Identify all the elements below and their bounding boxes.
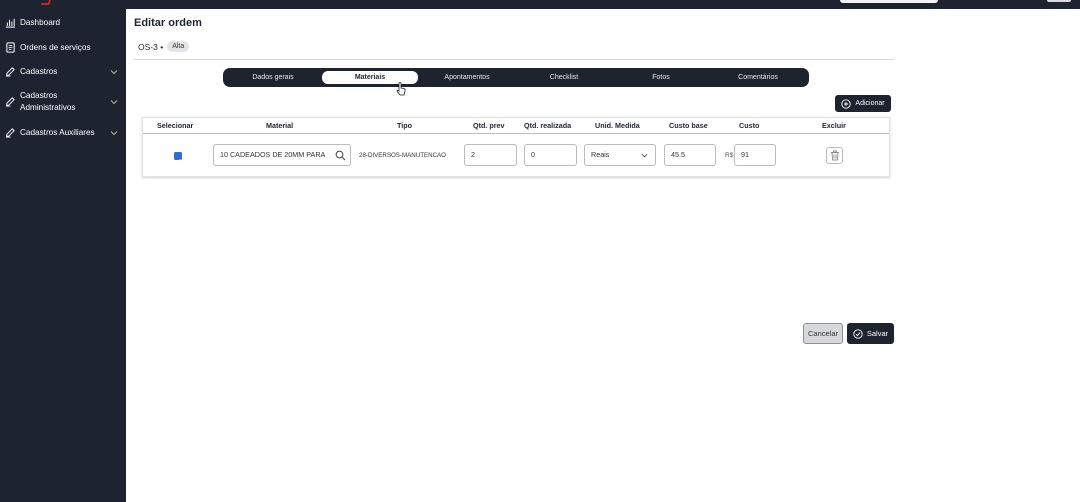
trash-icon: [830, 150, 839, 161]
sidebar-item-label: Cadastros Auxiliares: [20, 128, 95, 137]
top-search-field[interactable]: [840, 0, 938, 3]
table-header: Selecionar Material Tipo Qtd. prev Qtd. …: [143, 118, 889, 134]
sidebar-item-label-line2: Administrativos: [20, 103, 76, 112]
sidebar-item-ordens[interactable]: Ordens de serviços: [0, 42, 126, 56]
document-icon: [6, 42, 15, 53]
tab-apontamentos[interactable]: Apontamentos: [419, 71, 515, 84]
sidebar-item-label: Dashboard: [20, 18, 61, 27]
column-header-qtd-realizada: Qtd. realizada: [524, 121, 572, 130]
material-value: 10 CADEADOS DE 20MM PARA: [220, 150, 326, 159]
column-header-qtd-prev: Qtd. prev: [473, 121, 505, 130]
unid-medida-value: Reais: [591, 150, 610, 159]
chevron-down-icon: [110, 70, 118, 75]
material-search-input[interactable]: 10 CADEADOS DE 20MM PARA: [213, 144, 351, 166]
hand-cursor-icon: [396, 82, 406, 96]
delete-row-button[interactable]: [826, 147, 843, 164]
sidebar-item-label: Cadastros: [20, 67, 58, 76]
tab-checklist[interactable]: Checklist: [516, 71, 612, 84]
user-menu[interactable]: [1047, 0, 1071, 2]
order-summary: OS-3 • Alta: [138, 41, 190, 52]
chevron-down-icon: [641, 153, 648, 158]
column-header-custo: Custo: [739, 121, 760, 130]
material-type: 28-DIVERSOS-MANUTENCAO: [359, 152, 446, 159]
qtd-realizada-input[interactable]: 0: [524, 144, 577, 166]
check-icon: [175, 159, 181, 164]
save-button-label: Salvar: [866, 329, 889, 338]
table-row: 10 CADEADOS DE 20MM PARA 28-DIVERSOS-MAN…: [143, 135, 889, 177]
chevron-down-icon: [110, 100, 118, 105]
column-header-custo-base: Custo base: [669, 121, 708, 130]
tab-bar: Dados gerais Materiais Apontamentos Chec…: [223, 68, 809, 87]
sidebar-item-cadastros-auxiliares[interactable]: Cadastros Auxiliares: [0, 127, 126, 141]
custo-input[interactable]: 91: [734, 144, 776, 166]
sidebar: Dashboard Ordens de serviços Cadastros C…: [0, 9, 126, 502]
sidebar-item-label: Cadastros: [20, 91, 58, 100]
row-select-checkbox[interactable]: [174, 152, 182, 164]
sidebar-item-label: Ordens de serviços: [20, 43, 91, 52]
logo: [40, 0, 52, 5]
edit-icon: [5, 128, 15, 138]
edit-icon: [5, 67, 15, 77]
add-button-label: Adicionar: [855, 100, 885, 107]
cancel-button[interactable]: Cancelar: [803, 323, 843, 344]
sidebar-item-cadastros-administrativos[interactable]: Cadastros Administrativos: [0, 90, 126, 116]
tab-comentarios[interactable]: Comentários: [710, 71, 806, 84]
column-header-unid-medida: Unid. Medida: [595, 121, 640, 130]
column-header-material: Material: [266, 121, 294, 130]
order-code: OS-3 •: [138, 41, 164, 52]
currency-label: R$: [725, 152, 734, 159]
bar-chart-icon: [5, 18, 16, 28]
page-title: Editar ordem: [134, 17, 202, 29]
priority-badge: Alta: [167, 41, 190, 52]
edit-icon: [5, 97, 15, 107]
column-header-excluir: Excluir: [822, 121, 846, 130]
unid-medida-select[interactable]: Reais: [584, 144, 656, 166]
column-header-selecionar: Selecionar: [157, 121, 194, 130]
check-circle-icon: [853, 328, 863, 339]
search-icon[interactable]: [335, 150, 346, 161]
materials-table: Selecionar Material Tipo Qtd. prev Qtd. …: [142, 117, 890, 177]
main-content: Editar ordem OS-3 • Alta Dados gerais Ma…: [126, 9, 1080, 502]
sidebar-item-dashboard[interactable]: Dashboard: [0, 17, 126, 31]
add-material-button[interactable]: Adicionar: [835, 95, 891, 112]
custo-base-input[interactable]: 45.5: [664, 144, 716, 166]
save-button[interactable]: Salvar: [847, 323, 894, 344]
qtd-prev-input[interactable]: 2: [464, 144, 517, 166]
chevron-down-icon: [110, 131, 118, 136]
tab-dados-gerais[interactable]: Dados gerais: [225, 71, 321, 84]
column-header-tipo: Tipo: [397, 121, 413, 130]
divider: [134, 59, 894, 60]
top-bar: [0, 0, 1080, 9]
sidebar-item-cadastros[interactable]: Cadastros: [0, 66, 126, 80]
plus-circle-icon: [841, 98, 852, 109]
tab-fotos[interactable]: Fotos: [613, 71, 709, 84]
